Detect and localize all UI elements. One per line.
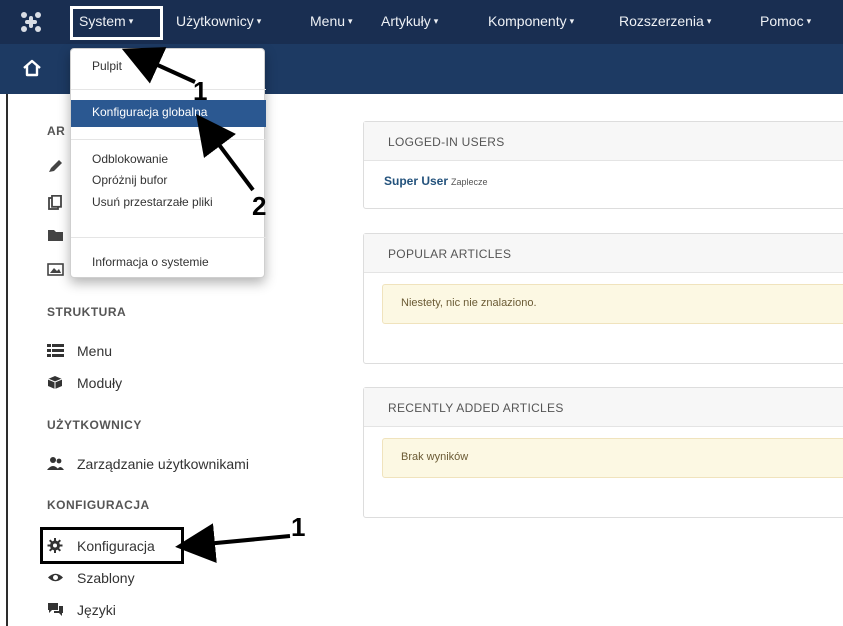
nav-articles-label: Artykuły bbox=[381, 13, 431, 29]
nav-menu[interactable]: Menu ▾ bbox=[310, 13, 353, 29]
system-dropdown-menu: Pulpit Konfiguracja globalna Odblokowani… bbox=[70, 48, 266, 278]
sidebar-item-label: Języki bbox=[77, 602, 116, 618]
sidebar-item-label: Zarządzanie użytkownikami bbox=[77, 456, 249, 472]
image-icon[interactable] bbox=[47, 262, 65, 277]
sidebar-heading-articles: AR bbox=[47, 124, 66, 138]
menu-item-purge-expired[interactable]: Usuń przestarzałe pliki bbox=[92, 195, 213, 209]
chevron-down-icon: ▾ bbox=[348, 16, 353, 26]
menu-item-dashboard[interactable]: Pulpit bbox=[92, 59, 122, 73]
nav-extensions-label: Rozszerzenia bbox=[619, 13, 704, 29]
logged-user-row: Super User Zaplecze bbox=[364, 161, 843, 201]
nav-articles[interactable]: Artykuły ▾ bbox=[381, 13, 438, 29]
joomla-logo-icon[interactable] bbox=[20, 11, 42, 33]
annotation-highlight-configuration bbox=[40, 527, 184, 564]
chevron-down-icon: ▾ bbox=[706, 16, 712, 26]
nav-components[interactable]: Komponenty ▾ bbox=[488, 13, 574, 29]
nav-menu-label: Menu bbox=[310, 13, 346, 29]
panel-title: POPULAR ARTICLES bbox=[364, 234, 843, 273]
sidebar-heading-structure: STRUKTURA bbox=[47, 305, 127, 319]
list-icon bbox=[47, 344, 64, 357]
user-link[interactable]: Super User bbox=[384, 174, 448, 188]
panel-title: RECENTLY ADDED ARTICLES bbox=[364, 388, 843, 427]
home-icon[interactable] bbox=[22, 58, 42, 78]
panel-recently-added-articles: RECENTLY ADDED ARTICLES Brak wyników bbox=[363, 387, 843, 518]
chevron-down-icon: ▾ bbox=[806, 16, 812, 26]
menu-item-global-configuration-row[interactable]: Konfiguracja globalna bbox=[71, 100, 266, 127]
users-icon bbox=[47, 457, 64, 470]
nav-help-label: Pomoc bbox=[760, 13, 804, 29]
sidebar-heading-configuration: KONFIGURACJA bbox=[47, 498, 150, 512]
nav-help[interactable]: Pomoc ▾ bbox=[760, 13, 811, 29]
nav-users[interactable]: Użytkownicy ▾ bbox=[176, 13, 261, 29]
menu-divider bbox=[71, 89, 266, 90]
left-border-line bbox=[6, 94, 8, 626]
copy-icon[interactable] bbox=[47, 195, 65, 210]
sidebar-heading-users: UŻYTKOWNICY bbox=[47, 418, 142, 432]
folder-icon[interactable] bbox=[47, 228, 65, 243]
alert-message: Niestety, nic nie znalaziono. bbox=[382, 284, 843, 324]
menu-item-global-configuration[interactable]: Konfiguracja globalna bbox=[92, 105, 207, 119]
menu-divider bbox=[71, 237, 266, 238]
panel-popular-articles: POPULAR ARTICLES Niestety, nic nie znala… bbox=[363, 233, 843, 364]
menu-item-unlock[interactable]: Odblokowanie bbox=[92, 152, 168, 166]
panel-logged-in-users: LOGGED-IN USERS Super User Zaplecze bbox=[363, 121, 843, 209]
arrow-1-bottom bbox=[175, 523, 291, 564]
chevron-down-icon: ▾ bbox=[256, 16, 262, 26]
user-location: Zaplecze bbox=[451, 177, 488, 187]
menu-item-system-information[interactable]: Informacja o systemie bbox=[92, 255, 209, 269]
chevron-down-icon: ▾ bbox=[433, 16, 439, 26]
panel-title: LOGGED-IN USERS bbox=[364, 122, 843, 161]
comments-icon bbox=[48, 603, 63, 616]
nav-components-label: Komponenty bbox=[488, 13, 567, 29]
sidebar-item-label: Moduły bbox=[77, 375, 123, 391]
nav-extensions[interactable]: Rozszerzenia ▾ bbox=[619, 13, 711, 29]
sidebar-item-label: Menu bbox=[77, 343, 113, 359]
nav-users-label: Użytkownicy bbox=[176, 13, 254, 29]
eye-icon bbox=[48, 573, 63, 582]
pencil-icon[interactable] bbox=[47, 159, 65, 174]
alert-message: Brak wyników bbox=[382, 438, 843, 478]
sidebar-item-label: Szablony bbox=[77, 570, 135, 586]
menu-divider bbox=[71, 139, 266, 140]
chevron-down-icon: ▾ bbox=[569, 16, 575, 26]
annotation-highlight-system bbox=[70, 6, 163, 40]
cube-icon bbox=[47, 376, 63, 389]
annotation-number-1b: 1 bbox=[291, 512, 305, 542]
menu-item-clear-cache[interactable]: Opróżnij bufor bbox=[92, 173, 167, 187]
